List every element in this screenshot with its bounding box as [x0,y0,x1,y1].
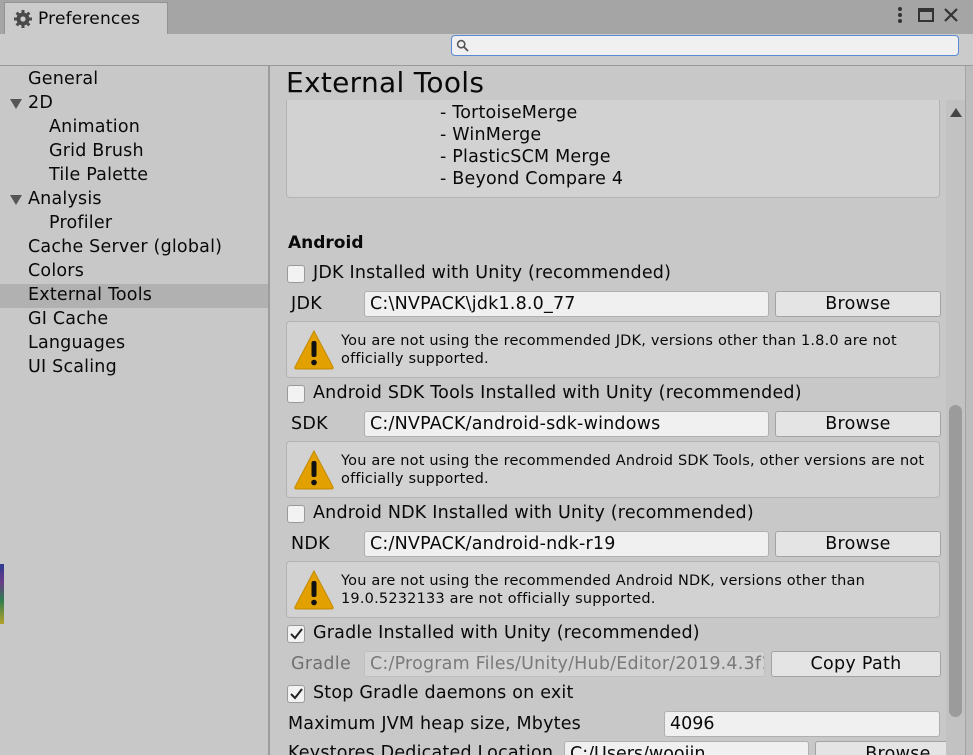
gear-icon [14,10,32,28]
sdk-installed-label: Android SDK Tools Installed with Unity (… [313,383,802,403]
merge-tool-item: - Beyond Compare 4 [440,169,624,189]
sidebar-item-general[interactable]: General [0,68,268,92]
sidebar-item-external-tools[interactable]: External Tools [0,284,268,308]
merge-tool-item: - TortoiseMerge [440,103,578,123]
sidebar-item-colors[interactable]: Colors [0,260,268,284]
jdk-installed-label: JDK Installed with Unity (recommended) [313,263,672,283]
sidebar-item-2d[interactable]: 2D [0,92,268,116]
merge-tool-item: - PlasticSCM Merge [440,147,611,167]
checkmark-icon [290,688,303,700]
sidebar-item-analysis[interactable]: Analysis [0,188,268,212]
page-title: External Tools [286,66,485,99]
more-options-icon[interactable] [890,5,910,25]
ndk-warning-text: You are not using the recommended Androi… [341,573,865,607]
sdk-field-label: SDK [291,414,328,434]
scroll-up-arrow-icon[interactable] [950,108,962,117]
close-icon[interactable] [941,5,961,25]
jvm-heap-label: Maximum JVM heap size, Mbytes [288,714,582,734]
title-bar: Preferences [0,0,973,34]
search-input[interactable] [472,36,952,55]
warning-icon [294,569,334,610]
jdk-path-field[interactable]: C:\NVPACK\jdk1.8.0_77 [364,291,769,317]
jdk-warning-text: You are not using the recommended JDK, v… [341,333,897,367]
ndk-installed-label: Android NDK Installed with Unity (recomm… [313,503,754,523]
sidebar-item-label: UI Scaling [28,357,117,377]
sidebar-item-gi-cache[interactable]: GI Cache [0,308,268,332]
sidebar-item-animation[interactable]: Animation [0,116,268,140]
expand-arrow-icon[interactable] [10,195,22,205]
vertical-scrollbar[interactable] [946,100,965,755]
sidebar-item-label: Grid Brush [49,141,144,161]
stop-gradle-label: Stop Gradle daemons on exit [313,683,574,703]
sidebar-item-label: Animation [49,117,141,137]
external-tools-panel: External Tools - TortoiseMerge - WinMerg… [272,66,973,755]
maximize-icon[interactable] [916,5,936,25]
jdk-warning-box: You are not using the recommended JDK, v… [286,321,940,378]
stop-gradle-checkbox[interactable] [287,685,305,703]
sdk-browse-button[interactable]: Browse [775,411,941,437]
sidebar-item-tile-palette[interactable]: Tile Palette [0,164,268,188]
sdk-warning-text: You are not using the recommended Androi… [341,453,925,487]
window-right-edge [965,66,973,755]
ndk-field-label: NDK [291,534,330,554]
sidebar-item-ui-scaling[interactable]: UI Scaling [0,356,268,380]
gradle-field-label: Gradle [291,654,352,674]
keystores-location-field[interactable]: C:/Users/woojin [564,741,809,755]
merge-tool-item: - WinMerge [440,125,542,145]
sidebar-item-grid-brush[interactable]: Grid Brush [0,140,268,164]
sidebar-item-label: 2D [28,93,54,113]
warning-icon [294,329,334,370]
ndk-path-field[interactable]: C:/NVPACK/android-ndk-r19 [364,531,769,557]
preferences-tab[interactable]: Preferences [4,2,168,34]
search-icon [456,39,469,52]
sidebar-item-label: General [28,69,99,89]
jdk-field-label: JDK [291,294,323,314]
sidebar-item-label: GI Cache [28,309,109,329]
gradle-installed-checkbox[interactable] [287,625,305,643]
keystores-location-label: Keystores Dedicated Location [288,743,554,755]
ndk-installed-checkbox[interactable] [287,505,305,523]
sidebar-item-label: Cache Server (global) [28,237,223,257]
sdk-path-field[interactable]: C:/NVPACK/android-sdk-windows [364,411,769,437]
sidebar-item-languages[interactable]: Languages [0,332,268,356]
ndk-browse-button[interactable]: Browse [775,531,941,557]
merge-tools-help-box: - TortoiseMerge - WinMerge - PlasticSCM … [286,100,940,198]
checkmark-icon [290,628,303,640]
sidebar-item-label: Tile Palette [49,165,149,185]
ndk-warning-box: You are not using the recommended Androi… [286,561,940,618]
android-section-header: Android [288,233,364,253]
jdk-browse-button[interactable]: Browse [775,291,941,317]
warning-icon [294,449,334,490]
preferences-window: Preferences General 2D Animation Grid Br… [0,0,973,755]
jvm-heap-field[interactable]: 4096 [664,711,940,737]
copy-path-button[interactable]: Copy Path [771,651,941,677]
sidebar-item-label: Languages [28,333,126,353]
sidebar-item-profiler[interactable]: Profiler [0,212,268,236]
sidebar-item-label: Colors [28,261,85,281]
gradle-path-field: C:/Program Files/Unity/Hub/Editor/2019.4… [364,651,765,677]
search-box[interactable] [451,35,959,56]
jdk-installed-checkbox[interactable] [287,265,305,283]
background-window-edge [0,564,4,624]
expand-arrow-icon[interactable] [10,99,22,109]
sidebar-item-label: Analysis [28,189,102,209]
sdk-warning-box: You are not using the recommended Androi… [286,441,940,498]
sidebar-item-label: Profiler [49,213,113,233]
scrollbar-thumb[interactable] [949,405,962,717]
gradle-installed-label: Gradle Installed with Unity (recommended… [313,623,700,643]
tab-title: Preferences [38,9,141,29]
sidebar-item-cache-server[interactable]: Cache Server (global) [0,236,268,260]
sdk-installed-checkbox[interactable] [287,385,305,403]
preferences-sidebar: General 2D Animation Grid Brush Tile Pal… [0,66,270,755]
sidebar-item-label: External Tools [28,285,153,305]
search-bar [0,34,973,66]
